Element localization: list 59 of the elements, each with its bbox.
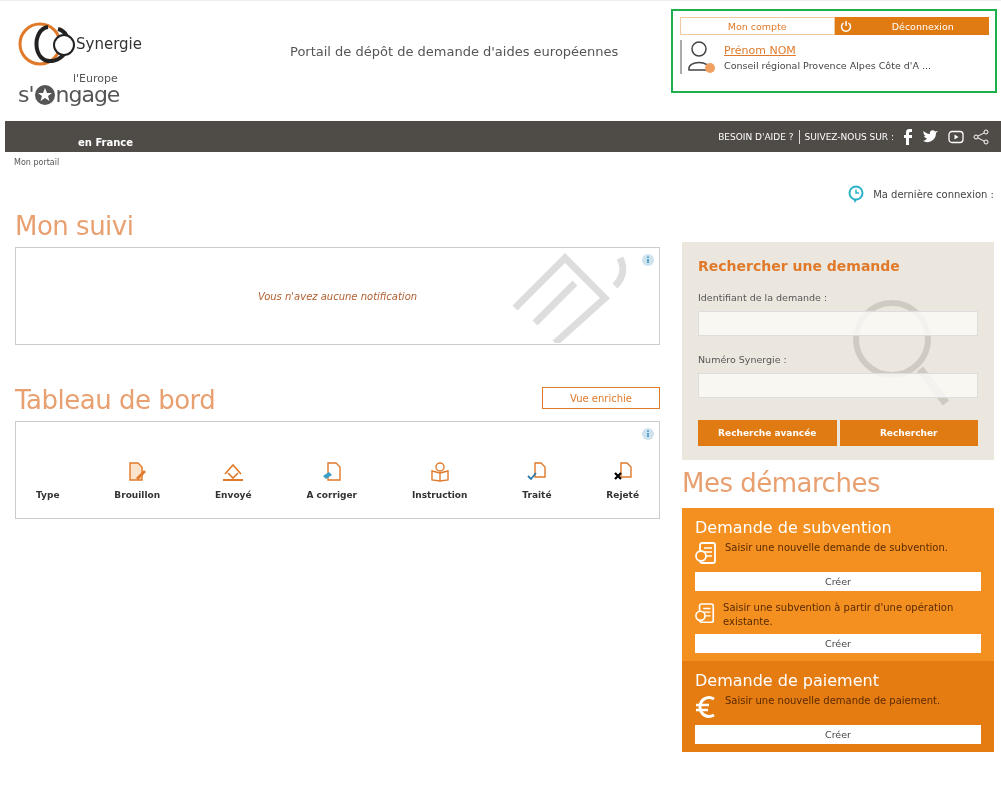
logo-text: ngage (55, 84, 120, 106)
info-icon[interactable] (642, 428, 654, 440)
share-icon[interactable] (973, 128, 989, 145)
procedure-description: Saisir une nouvelle demande de paiement. (725, 694, 941, 708)
procedure-title: Demande de paiement (695, 671, 880, 690)
document-pencil-icon (127, 462, 148, 482)
column-label: Rejeté (606, 490, 639, 500)
last-login-label: Ma dernière connexion : (873, 188, 994, 200)
column-label: Envoyé (214, 490, 252, 500)
column-label: Traité (522, 490, 552, 500)
column-label: Brouillon (114, 490, 161, 500)
power-icon (839, 20, 852, 32)
procedure-description: Saisir une subvention à partir d'une opération existante. (723, 601, 955, 629)
column-label: Instruction (411, 490, 468, 500)
empty-message: Vous n'avez aucune notification (257, 290, 418, 302)
portal-title: Portail de dépôt de demande d'aides européennes (289, 43, 620, 61)
input-field[interactable] (698, 373, 978, 398)
breadcrumb-link[interactable]: Mon portail (14, 158, 60, 167)
procedure-title: Demande de subvention (695, 518, 893, 537)
envelope-icon (222, 462, 245, 482)
video-play-icon[interactable] (948, 129, 964, 144)
help-link[interactable]: BESOIN D'AIDE ? (718, 131, 794, 142)
organisation-name: Conseil régional Provence Alpes Côte d'A ... (724, 59, 931, 71)
user-icon (686, 40, 716, 74)
bird-icon[interactable] (922, 129, 939, 144)
create-button[interactable]: Créer (695, 572, 981, 591)
account-tab[interactable]: Déconnexion (834, 17, 989, 35)
book-icon (429, 462, 450, 482)
search-button[interactable]: Rechercher (839, 420, 978, 446)
document-check-icon (526, 462, 547, 482)
logo-text: s' (18, 84, 34, 106)
search-title: Rechercher une demande (698, 258, 901, 274)
create-button[interactable]: Créer (695, 725, 981, 744)
document-pencil-icon (321, 462, 342, 482)
column-label: A corriger (306, 490, 357, 500)
user-name-link[interactable]: Prénom NOM (724, 43, 931, 57)
field-label: Identifiant de la demande : (698, 292, 829, 303)
account-tab[interactable]: Mon compte (680, 17, 835, 35)
input-field[interactable] (698, 311, 978, 336)
star-emblem-icon (33, 84, 56, 106)
logo-text: en France (78, 137, 134, 148)
search-button[interactable]: Recherche avancée (698, 420, 837, 446)
info-icon[interactable] (642, 254, 654, 266)
euro-icon (695, 694, 717, 720)
section-title: Tableau de bord (15, 385, 216, 415)
facebook-icon[interactable] (903, 128, 913, 145)
procedure-description: Saisir une nouvelle demande de subvention. (725, 541, 948, 555)
logo-text: Synergie (76, 35, 142, 53)
create-button[interactable]: Créer (695, 634, 981, 653)
section-title: Mon suivi (15, 211, 135, 241)
logo-text: l'Europe (73, 73, 119, 84)
document-cross-icon (612, 462, 633, 482)
follow-label: SUIVEZ-NOUS SUR : (804, 131, 894, 142)
clock-icon (847, 185, 866, 203)
form-icon (695, 541, 717, 567)
section-title: Mes démarches (682, 468, 881, 498)
column-label: Type (36, 490, 60, 500)
enriched-view-button[interactable]: Vue enrichie (542, 387, 660, 409)
field-label: Numéro Synergie : (698, 354, 788, 365)
